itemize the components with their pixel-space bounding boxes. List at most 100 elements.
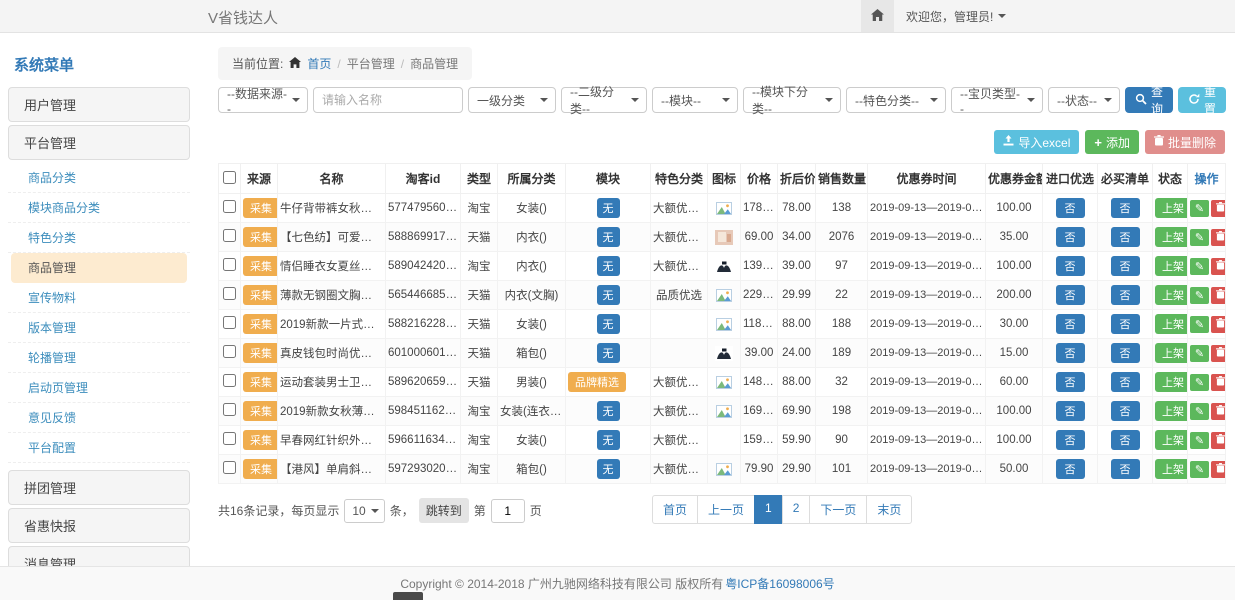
- must-buy-toggle[interactable]: 否: [1111, 198, 1140, 218]
- filter-select[interactable]: 一级分类: [468, 87, 556, 113]
- filter-select[interactable]: --状态--: [1048, 87, 1120, 113]
- delete-button[interactable]: [1211, 200, 1226, 217]
- edit-button[interactable]: ✎: [1190, 287, 1209, 304]
- delete-button[interactable]: [1211, 229, 1226, 246]
- must-buy-toggle[interactable]: 否: [1111, 343, 1140, 363]
- row-checkbox[interactable]: [223, 229, 236, 242]
- status-toggle[interactable]: 上架: [1155, 227, 1188, 247]
- sidebar-item[interactable]: 模块商品分类: [8, 193, 190, 223]
- home-button[interactable]: [861, 0, 894, 32]
- filter-select[interactable]: --特色分类--: [846, 87, 946, 113]
- import-opt-toggle[interactable]: 否: [1056, 401, 1085, 421]
- sidebar-item[interactable]: 商品分类: [8, 163, 190, 193]
- user-menu[interactable]: 欢迎您，管理员!: [906, 8, 1006, 25]
- row-checkbox[interactable]: [223, 258, 236, 271]
- delete-button[interactable]: [1211, 432, 1226, 449]
- import-opt-toggle[interactable]: 否: [1056, 314, 1085, 334]
- must-buy-toggle[interactable]: 否: [1111, 314, 1140, 334]
- status-toggle[interactable]: 上架: [1155, 343, 1188, 363]
- status-toggle[interactable]: 上架: [1155, 430, 1188, 450]
- pager-item[interactable]: 1: [754, 495, 783, 524]
- pager-item[interactable]: 上一页: [697, 495, 755, 524]
- row-checkbox[interactable]: [223, 432, 236, 445]
- status-toggle[interactable]: 上架: [1155, 285, 1188, 305]
- sidebar-item[interactable]: 启动页管理: [8, 373, 190, 403]
- import-opt-toggle[interactable]: 否: [1056, 372, 1085, 392]
- must-buy-toggle[interactable]: 否: [1111, 459, 1140, 479]
- must-buy-toggle[interactable]: 否: [1111, 372, 1140, 392]
- import-opt-toggle[interactable]: 否: [1056, 256, 1085, 276]
- sidebar-item-active[interactable]: 商品管理: [11, 253, 187, 283]
- import-opt-toggle[interactable]: 否: [1056, 198, 1085, 218]
- edit-button[interactable]: ✎: [1190, 258, 1209, 275]
- sidebar-item[interactable]: 平台配置: [8, 433, 190, 463]
- filter-select[interactable]: --模块--: [652, 87, 738, 113]
- per-page-select[interactable]: 10: [344, 499, 384, 523]
- pager-item[interactable]: 下一页: [809, 495, 867, 524]
- reset-button[interactable]: 重置: [1178, 87, 1226, 113]
- row-checkbox[interactable]: [223, 345, 236, 358]
- filter-select[interactable]: --宝贝类型--: [951, 87, 1043, 113]
- import-opt-toggle[interactable]: 否: [1056, 343, 1085, 363]
- select-all-checkbox[interactable]: [223, 171, 236, 184]
- status-toggle[interactable]: 上架: [1155, 372, 1188, 392]
- breadcrumb-home-link[interactable]: 首页: [307, 55, 331, 72]
- row-checkbox[interactable]: [223, 403, 236, 416]
- edit-button[interactable]: ✎: [1190, 403, 1209, 420]
- must-buy-toggle[interactable]: 否: [1111, 401, 1140, 421]
- import-opt-toggle[interactable]: 否: [1056, 227, 1085, 247]
- edit-button[interactable]: ✎: [1190, 432, 1209, 449]
- sidebar-item[interactable]: 版本管理: [8, 313, 190, 343]
- filter-select-source[interactable]: --数据来源--: [218, 87, 308, 113]
- filter-select[interactable]: --二级分类--: [561, 87, 647, 113]
- batch-delete-button[interactable]: 批量删除: [1145, 130, 1225, 154]
- import-opt-toggle[interactable]: 否: [1056, 430, 1085, 450]
- edit-button[interactable]: ✎: [1190, 345, 1209, 362]
- row-checkbox[interactable]: [223, 200, 236, 213]
- delete-button[interactable]: [1211, 345, 1226, 362]
- must-buy-toggle[interactable]: 否: [1111, 430, 1140, 450]
- row-checkbox[interactable]: [223, 461, 236, 474]
- delete-button[interactable]: [1211, 403, 1226, 420]
- status-toggle[interactable]: 上架: [1155, 459, 1188, 479]
- pager-item[interactable]: 2: [782, 495, 811, 524]
- import-opt-toggle[interactable]: 否: [1056, 285, 1085, 305]
- sidebar-item[interactable]: 意见反馈: [8, 403, 190, 433]
- sidebar-group-header[interactable]: 消息管理: [8, 546, 190, 566]
- must-buy-toggle[interactable]: 否: [1111, 256, 1140, 276]
- name-search-input[interactable]: [313, 87, 463, 113]
- import-excel-button[interactable]: 导入excel: [994, 130, 1079, 154]
- jump-to-button[interactable]: 跳转到: [419, 498, 469, 523]
- sidebar-group-header[interactable]: 用户管理: [8, 87, 190, 122]
- edit-button[interactable]: ✎: [1190, 461, 1209, 478]
- row-checkbox[interactable]: [223, 287, 236, 300]
- delete-button[interactable]: [1211, 461, 1226, 478]
- status-toggle[interactable]: 上架: [1155, 256, 1188, 276]
- must-buy-toggle[interactable]: 否: [1111, 285, 1140, 305]
- sidebar-item[interactable]: 特色分类: [8, 223, 190, 253]
- sidebar-item[interactable]: 轮播管理: [8, 343, 190, 373]
- pager-item[interactable]: 首页: [652, 495, 698, 524]
- delete-button[interactable]: [1211, 374, 1226, 391]
- pager-item[interactable]: 末页: [866, 495, 912, 524]
- import-opt-toggle[interactable]: 否: [1056, 459, 1085, 479]
- edit-button[interactable]: ✎: [1190, 200, 1209, 217]
- row-checkbox[interactable]: [223, 316, 236, 329]
- edit-button[interactable]: ✎: [1190, 229, 1209, 246]
- edit-button[interactable]: ✎: [1190, 374, 1209, 391]
- delete-button[interactable]: [1211, 258, 1226, 275]
- status-toggle[interactable]: 上架: [1155, 314, 1188, 334]
- row-checkbox[interactable]: [223, 374, 236, 387]
- status-toggle[interactable]: 上架: [1155, 198, 1188, 218]
- must-buy-toggle[interactable]: 否: [1111, 227, 1140, 247]
- edit-button[interactable]: ✎: [1190, 316, 1209, 333]
- sidebar-group-header[interactable]: 平台管理: [8, 125, 190, 160]
- delete-button[interactable]: [1211, 287, 1226, 304]
- add-button[interactable]: + 添加: [1085, 130, 1139, 154]
- filter-select[interactable]: --模块下分类--: [743, 87, 841, 113]
- icp-link[interactable]: 粤ICP备16098006号: [725, 575, 834, 592]
- status-toggle[interactable]: 上架: [1155, 401, 1188, 421]
- page-number-input[interactable]: [491, 499, 525, 523]
- sidebar-group-header[interactable]: 省惠快报: [8, 508, 190, 543]
- search-button[interactable]: 查询: [1125, 87, 1173, 113]
